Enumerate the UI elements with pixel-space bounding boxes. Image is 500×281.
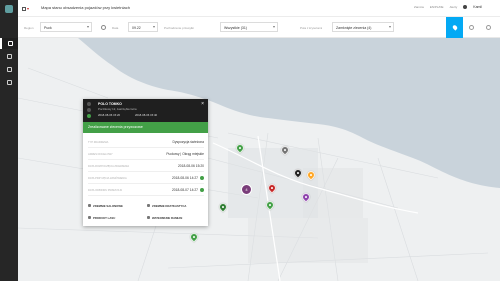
- popup-address: Pocztkowy 12, Jastrzębia Góra: [98, 107, 137, 111]
- topbar-links: Zamów EN/PL/DE Alerty Kamil: [414, 5, 482, 9]
- sidebar-item-reports[interactable]: [0, 77, 18, 88]
- refresh-icon[interactable]: [101, 25, 106, 30]
- map-cluster[interactable]: 4: [241, 184, 252, 195]
- region-value: Puck: [44, 26, 52, 30]
- layers-button[interactable]: [480, 17, 497, 38]
- detail-label: DATA PRZYJĘCIA ZAMÓWIENIA: [88, 177, 127, 180]
- status-banner: Zrealizowane zlecenia przywozowe: [83, 122, 208, 133]
- check-icon: [200, 176, 204, 180]
- vehicle-popup: POLO TOMKO Pocztkowy 12, Jastrzębia Góra…: [83, 99, 208, 226]
- detail-label: ADRES DOCELOWY: [88, 153, 113, 156]
- map-icon: [7, 41, 13, 46]
- popup-header: POLO TOMKO Pocztkowy 12, Jastrzębia Góra…: [83, 99, 208, 122]
- gear-icon: [469, 25, 474, 30]
- page-title: Mapa stanu obsadzenia pojazdów przy kwie…: [41, 5, 130, 10]
- chevron-down-icon: [389, 26, 391, 28]
- status-icon: [87, 114, 91, 118]
- detail-row: DATA ROZPOCZĘCIA ZDARZENIA 2018-08-06 15…: [88, 160, 204, 172]
- detail-row: DATA ODBIORU PRZESYŁKI 2018-08-07 14:27: [88, 184, 204, 196]
- detail-row: ADRES DOCELOWY Puckowy | Okrąg miejskie: [88, 148, 204, 160]
- sidebar-item-orders[interactable]: [0, 64, 18, 75]
- document-icon: [88, 204, 91, 207]
- chevron-down-icon: [273, 26, 275, 28]
- map-view-button[interactable]: [446, 17, 463, 38]
- region-select[interactable]: Puck: [40, 22, 92, 32]
- filter-bar: Region Puck Data 09.22 Pochodzenie przes…: [18, 17, 500, 38]
- detail-label: DATA ROZPOCZĘCIA ZDARZENIA: [88, 165, 130, 168]
- detail-row: DATA PRZYJĘCIA ZAMÓWIENIA 2018-08-06 14:…: [88, 172, 204, 184]
- check-icon: [200, 188, 204, 192]
- language-switch[interactable]: EN/PL/DE: [430, 5, 444, 9]
- detail-value: 2018-08-06 15:20: [177, 164, 204, 168]
- close-icon[interactable]: ×: [201, 102, 204, 107]
- topbar-link-order[interactable]: Zamów: [414, 5, 424, 9]
- chevron-down-icon: [27, 7, 29, 10]
- avatar[interactable]: [463, 5, 468, 9]
- user-name[interactable]: Kamil: [473, 5, 482, 9]
- document-icon: [88, 216, 91, 219]
- chart-icon: [6, 80, 12, 85]
- sidebar-item-map[interactable]: [0, 38, 18, 49]
- layers-icon: [486, 25, 491, 30]
- popup-date-start: 2018-08-06 15:20: [98, 113, 121, 117]
- topbar: Mapa stanu obsadzenia pojazdów przy kwie…: [18, 0, 500, 17]
- logo-icon[interactable]: [5, 5, 13, 13]
- detail-label: TYP ZDARZENIA: [88, 141, 109, 144]
- popup-title: POLO TOMKO: [98, 102, 122, 106]
- detail-value: 2018-08-06 14:27: [171, 176, 198, 180]
- pin-icon: [451, 24, 458, 31]
- action-button[interactable]: WATEOMUNE RAMIAN: [152, 216, 182, 220]
- date-value: 09.22: [132, 26, 141, 30]
- grid-icon: [22, 6, 26, 11]
- date-label: Data: [112, 26, 119, 30]
- type-value: Wszystkie (31): [224, 26, 247, 30]
- topbar-link-alerts[interactable]: Alerty: [450, 5, 458, 9]
- chevron-down-icon: [153, 26, 155, 28]
- type-label: Pochodzenie przesyłki: [164, 26, 194, 30]
- detail-row: TYP ZDARZENIA Dyspozycja świeżona: [88, 136, 204, 148]
- chevron-down-icon: [87, 26, 89, 28]
- action-button[interactable]: ZDEMNIE SALONOWE: [93, 204, 123, 208]
- settings-button[interactable]: [463, 17, 480, 38]
- action-button[interactable]: PRODUKT LASU: [93, 216, 115, 220]
- document-icon: [147, 204, 150, 207]
- action-button[interactable]: ZDEMNIE KRATKASTYCA: [152, 204, 186, 208]
- sidebar-item-vehicles[interactable]: [0, 51, 18, 62]
- detail-value: Puckowy | Okrąg miejskie: [166, 152, 204, 156]
- app-menu-button[interactable]: [22, 4, 34, 13]
- detail-value: 2018-08-07 14:27: [171, 188, 198, 192]
- status-value: Zamknięte zlecenia (4): [336, 26, 372, 30]
- type-select[interactable]: Wszystkie (31): [220, 22, 278, 32]
- status-select[interactable]: Zamknięte zlecenia (4): [332, 22, 394, 32]
- popup-date-end: 2018-08-06 15:40: [135, 113, 158, 117]
- location-icon: [87, 108, 91, 112]
- vehicle-icon: [87, 102, 91, 106]
- status-label: Pola z kryteriami: [300, 26, 323, 30]
- detail-label: DATA ODBIORU PRZESYŁKI: [88, 189, 123, 192]
- status-text: Zrealizowane zlecenia przywozowe: [88, 125, 143, 129]
- document-icon: [147, 216, 150, 219]
- app-root: Mapa stanu obsadzenia pojazdów przy kwie…: [0, 0, 500, 281]
- detail-value: Dyspozycja świeżona: [172, 140, 204, 144]
- list-icon: [6, 67, 12, 72]
- vehicle-icon: [6, 54, 12, 59]
- sidebar: [0, 0, 18, 281]
- date-select[interactable]: 09.22: [128, 22, 158, 32]
- region-label: Region: [24, 26, 34, 30]
